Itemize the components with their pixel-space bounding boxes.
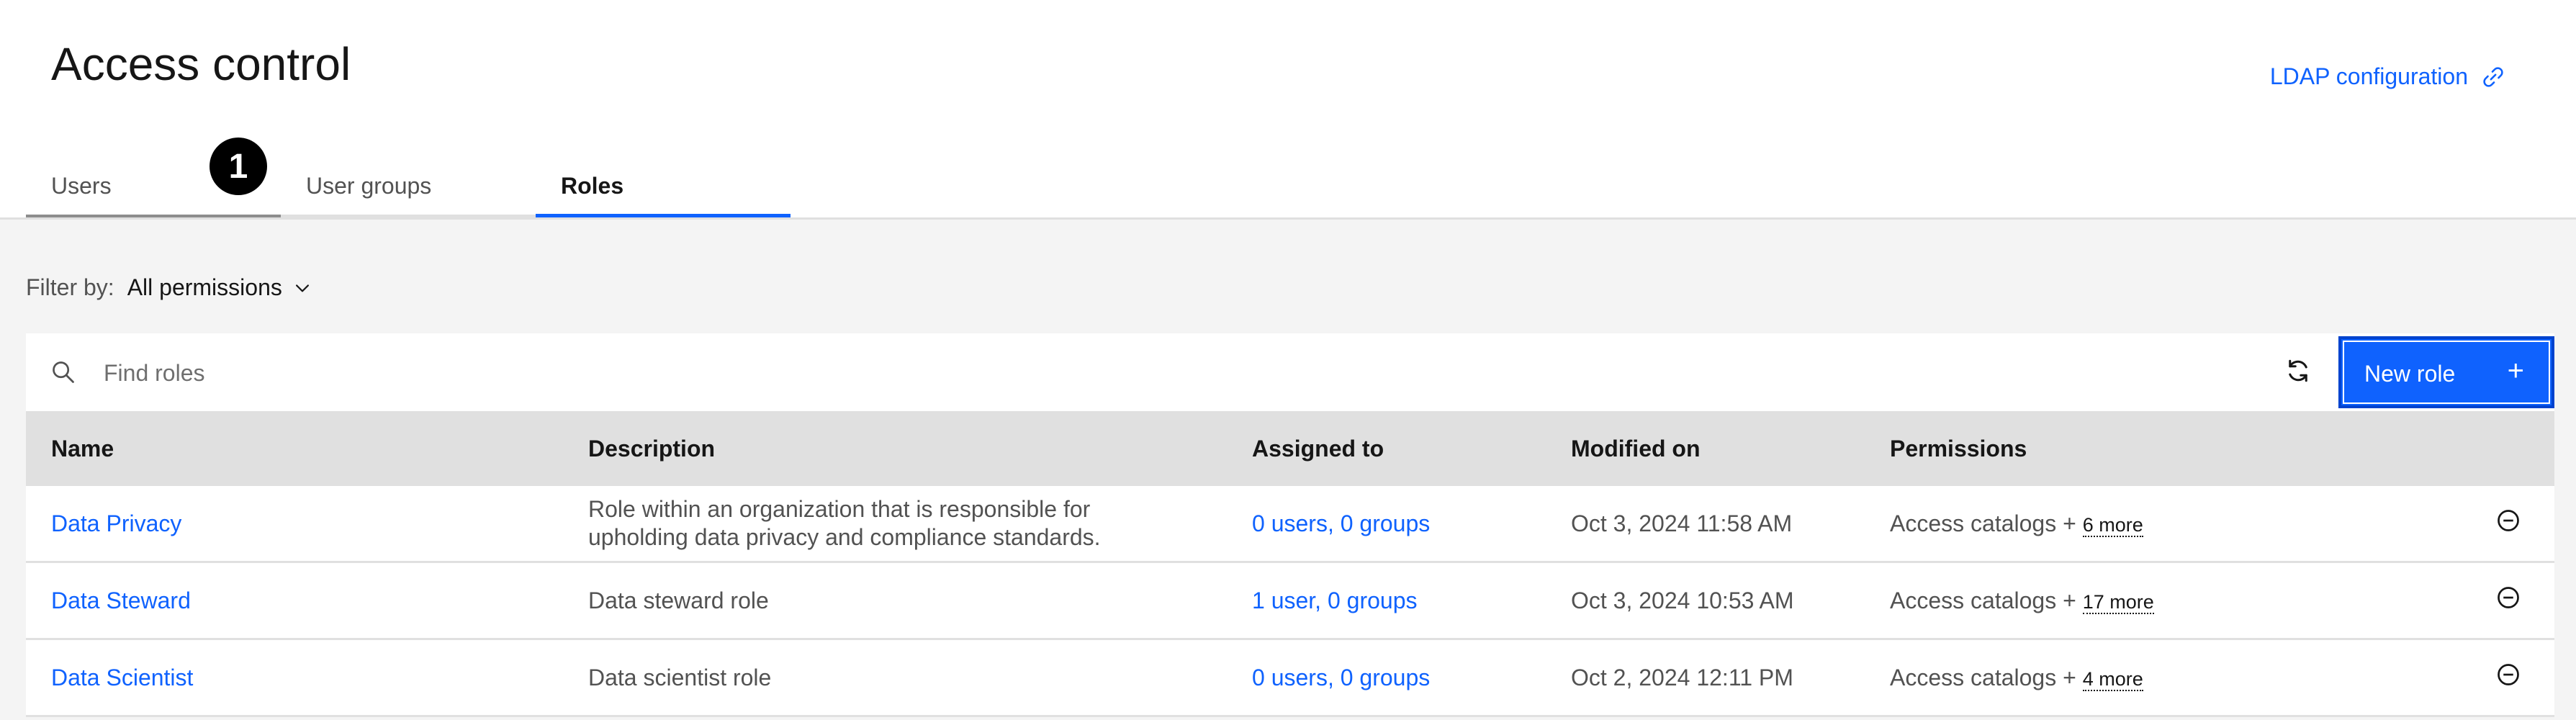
permission-filter: Filter by: All permissions xyxy=(26,274,312,301)
tab-users-label: Users xyxy=(51,173,112,199)
modified-on: Oct 3, 2024 10:53 AM xyxy=(1546,562,1865,640)
assigned-to: 0 users, 0 groups xyxy=(1227,486,1546,563)
assigned-to: 1 user, 0 groups xyxy=(1227,562,1546,640)
tab-roles-label: Roles xyxy=(561,173,624,199)
permissions: Access catalogs + 6 more xyxy=(1865,486,2436,563)
roles-table: Name Description Assigned to Modified on… xyxy=(26,411,2554,717)
new-role-label: New role xyxy=(2364,361,2456,387)
page-title: Access control xyxy=(51,38,351,90)
launch-icon xyxy=(2483,66,2503,87)
modified-on: Oct 2, 2024 12:11 PM xyxy=(1546,639,1865,717)
tab-list: Users User groups Roles xyxy=(26,158,791,217)
column-header-permissions: Permissions xyxy=(1865,411,2436,486)
permissions-text: Access catalogs + xyxy=(1890,510,2076,536)
remove-icon[interactable] xyxy=(2495,662,2521,688)
role-name-link[interactable]: Data Steward xyxy=(51,588,191,613)
tab-user-groups[interactable]: User groups xyxy=(281,158,536,217)
ldap-link-label: LDAP configuration xyxy=(2269,63,2468,89)
role-description: Data scientist role xyxy=(563,639,1227,717)
search-icon xyxy=(53,361,74,383)
step-badge: 1 xyxy=(210,138,267,195)
column-header-description: Description xyxy=(563,411,1227,486)
permissions-text: Access catalogs + xyxy=(1890,587,2076,613)
description-line: Role within an organization that is resp… xyxy=(588,496,1091,522)
refresh-icon[interactable] xyxy=(2284,356,2312,385)
table-row: Data Privacy Role within an organization… xyxy=(26,486,2554,563)
permissions-more-link[interactable]: 4 more xyxy=(2082,667,2143,691)
column-header-name: Name xyxy=(26,411,563,486)
permissions: Access catalogs + 17 more xyxy=(1865,562,2436,640)
chevron-down-icon xyxy=(295,284,309,292)
description-line: upholding data privacy and compliance st… xyxy=(588,524,1101,550)
assigned-to: 0 users, 0 groups xyxy=(1227,639,1546,717)
search-input[interactable] xyxy=(102,348,2193,398)
role-description: Role within an organization that is resp… xyxy=(563,486,1227,563)
assigned-groups-link[interactable]: 0 groups xyxy=(1341,665,1431,690)
tab-roles[interactable]: Roles xyxy=(536,158,791,217)
assigned-users-link[interactable]: 0 users xyxy=(1252,510,1328,536)
role-name-link[interactable]: Data Privacy xyxy=(51,510,181,536)
permissions-more-link[interactable]: 6 more xyxy=(2082,513,2143,537)
table-header-row: Name Description Assigned to Modified on… xyxy=(26,411,2554,486)
ldap-configuration-link[interactable]: LDAP configuration xyxy=(2270,63,2505,90)
tab-user-groups-label: User groups xyxy=(306,173,432,199)
filter-value: All permissions xyxy=(127,274,282,300)
remove-icon[interactable] xyxy=(2495,508,2521,534)
remove-icon[interactable] xyxy=(2495,585,2521,611)
description-line: Data steward role xyxy=(588,587,769,613)
modified-on: Oct 3, 2024 11:58 AM xyxy=(1546,486,1865,563)
permissions-more-link[interactable]: 17 more xyxy=(2082,590,2154,614)
column-header-modified-on: Modified on xyxy=(1546,411,1865,486)
add-icon: + xyxy=(2507,355,2524,387)
assigned-users-link[interactable]: 0 users xyxy=(1252,665,1328,690)
new-role-button[interactable]: New role + xyxy=(2338,336,2554,408)
page-header: Access control LDAP configuration Users … xyxy=(0,0,2576,217)
assigned-groups-link[interactable]: 0 groups xyxy=(1328,588,1418,613)
table-row: Data Steward Data steward role 1 user, 0… xyxy=(26,562,2554,640)
description-line: Data scientist role xyxy=(588,664,772,690)
role-description: Data steward role xyxy=(563,562,1227,640)
column-header-actions xyxy=(2436,411,2554,486)
permissions-text: Access catalogs + xyxy=(1890,664,2076,690)
assigned-users-link[interactable]: 1 user xyxy=(1252,588,1315,613)
assigned-groups-link[interactable]: 0 groups xyxy=(1341,510,1431,536)
table-toolbar: New role + xyxy=(26,333,2554,411)
table-row: Data Scientist Data scientist role 0 use… xyxy=(26,639,2554,717)
filter-label: Filter by: xyxy=(26,274,114,300)
roles-content: Filter by: All permissions New role + xyxy=(0,220,2576,720)
permissions: Access catalogs + 4 more xyxy=(1865,639,2436,717)
column-header-assigned-to: Assigned to xyxy=(1227,411,1546,486)
role-name-link[interactable]: Data Scientist xyxy=(51,665,193,690)
filter-dropdown[interactable]: All permissions xyxy=(127,274,312,301)
